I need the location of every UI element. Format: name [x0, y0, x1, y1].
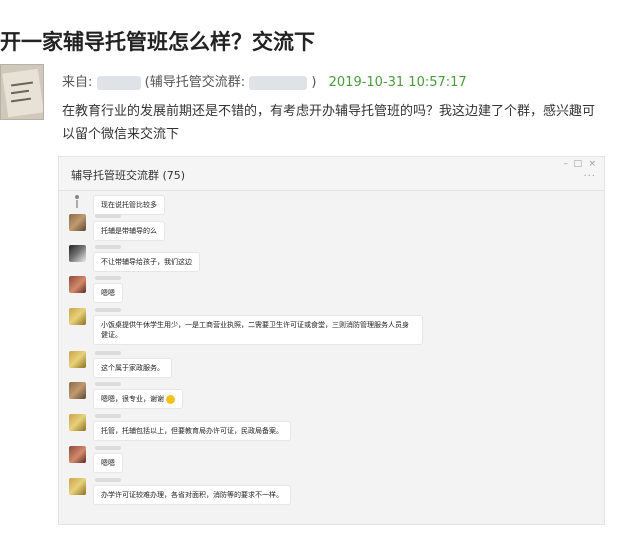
post-body: 在教育行业的发展前期还是不错的，有考虑开办辅导托管班的吗？我这边建了个群，感兴趣…	[62, 104, 596, 142]
message-bubble: 现在说托管比较多	[93, 195, 165, 215]
user-avatar	[69, 214, 86, 231]
message-bubble: 嗯嗯，很专业，谢谢	[93, 389, 183, 409]
chat-message: 托管，托辅包括以上，但要教育局办许可证，民政局备案。	[69, 414, 589, 444]
blurred-group-id	[249, 75, 308, 90]
chat-message: 嗯嗯	[69, 276, 589, 306]
sender-name	[95, 446, 121, 450]
user-avatar	[69, 478, 86, 495]
user-avatar	[69, 276, 86, 293]
message-bubble: 嗯嗯	[93, 283, 123, 303]
sender-name	[95, 245, 121, 249]
message-text: 嗯嗯，很专业，谢谢	[101, 395, 164, 403]
chat-message: 这个属于家政服务。	[69, 351, 589, 381]
minimize-icon[interactable]: –	[564, 159, 569, 169]
close-icon[interactable]: ×	[588, 159, 596, 169]
chat-screenshot: 辅导托管班交流群 (75) – □ × ··· 现在说托管比较多 托辅是带辅导的…	[58, 156, 605, 525]
chat-title: 辅导托管班交流群 (75)	[71, 169, 186, 182]
user-avatar	[69, 245, 86, 262]
chat-message: 不让带辅导给孩子，我们这边	[69, 245, 589, 275]
avatar-paper	[2, 68, 43, 118]
user-avatar	[69, 414, 86, 431]
blurred-author-name	[96, 75, 141, 90]
user-avatar	[69, 382, 86, 399]
message-bubble: 托辅是带辅导的么	[93, 221, 165, 241]
chat-message: 办学许可证较难办理，各省对面积，消防等的要求不一样。	[69, 478, 589, 508]
message-bubble: 托管，托辅包括以上，但要教育局办许可证，民政局备案。	[93, 421, 291, 441]
post-meta: 来自: (辅导托管交流群: ) 2019-10-31 10:57:17	[62, 71, 467, 90]
sender-name	[95, 351, 121, 355]
message-bubble: 小饭桌提供午休学生用少，一是工商营业执照，二需要卫生许可证或食堂，三则消防管理服…	[93, 315, 423, 345]
chat-message: 托辅是带辅导的么	[69, 214, 589, 244]
sender-name	[95, 214, 121, 218]
stick-icon	[74, 195, 80, 209]
more-icon[interactable]: ···	[583, 171, 596, 182]
sender-name	[95, 276, 121, 280]
user-avatar	[69, 351, 86, 368]
sender-name	[95, 414, 121, 418]
message-bubble: 嗯嗯	[93, 453, 123, 473]
user-avatar	[69, 446, 86, 463]
post-title: 开一家辅导托管班怎么样？交流下	[0, 30, 315, 54]
user-avatar	[69, 308, 86, 325]
sender-name	[95, 478, 121, 482]
source-fragment[interactable]: (辅导托管交流群:	[145, 75, 245, 90]
maximize-icon[interactable]: □	[573, 159, 582, 169]
post-date: 2019-10-31 10:57:17	[328, 75, 467, 90]
source-close: )	[311, 75, 317, 90]
message-bubble: 办学许可证较难办理，各省对面积，消防等的要求不一样。	[93, 485, 291, 505]
message-bubble: 这个属于家政服务。	[93, 358, 172, 378]
chat-message: 嗯嗯，很专业，谢谢	[69, 382, 589, 412]
sender-name	[95, 308, 121, 312]
stick-figure-avatar	[69, 195, 86, 212]
chat-message: 小饭桌提供午休学生用少，一是工商营业执照，二需要卫生许可证或食堂，三则消防管理服…	[69, 308, 589, 348]
chat-header: 辅导托管班交流群 (75) – □ × ···	[59, 157, 604, 191]
sender-name	[95, 382, 121, 386]
message-bubble: 不让带辅导给孩子，我们这边	[93, 252, 200, 272]
chat-message: 嗯嗯	[69, 446, 589, 476]
author-avatar[interactable]	[0, 64, 44, 120]
smile-emoji-icon	[166, 394, 175, 404]
from-label: 来自:	[62, 75, 93, 90]
